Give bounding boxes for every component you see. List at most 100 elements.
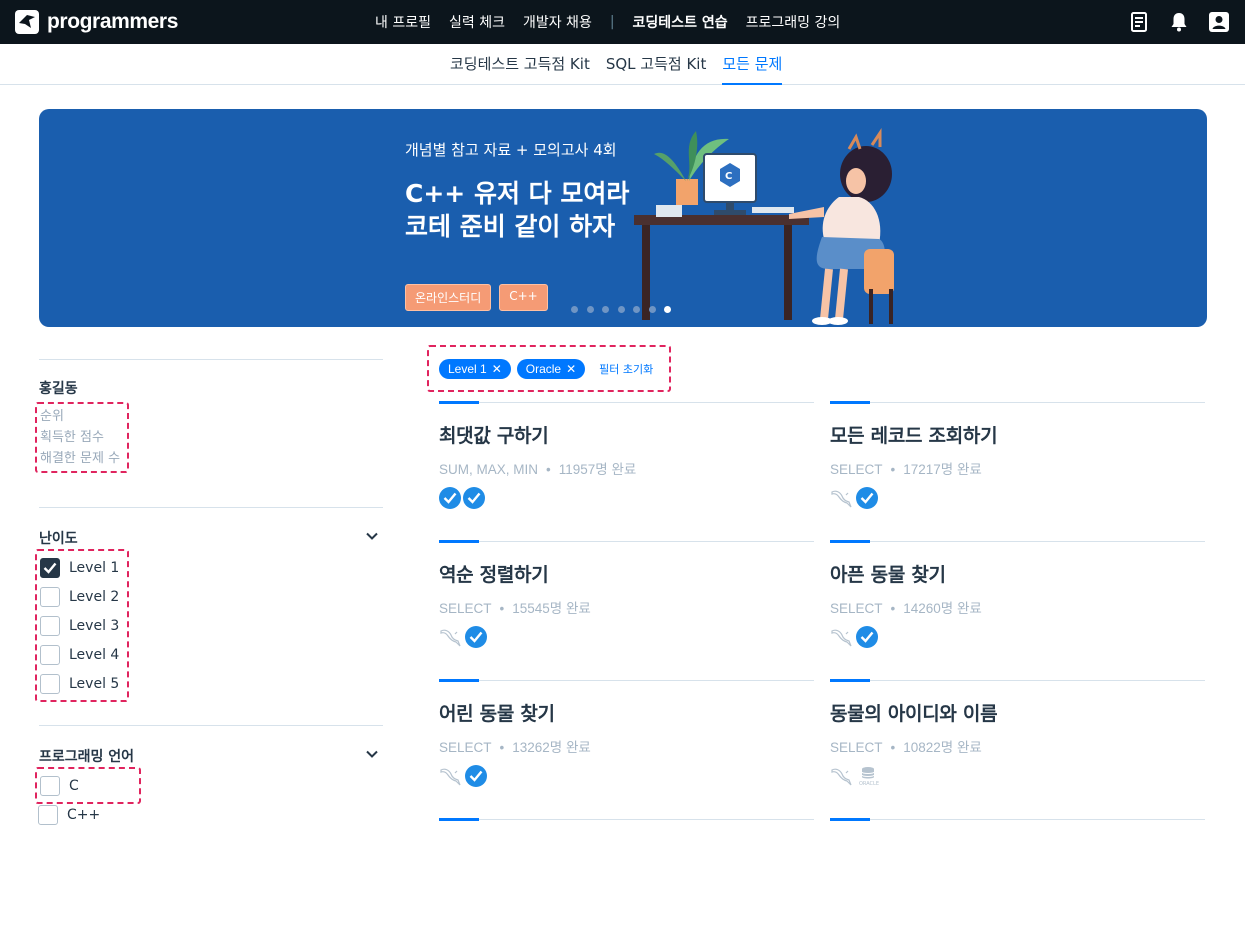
- chevron-down-icon[interactable]: [365, 747, 379, 761]
- reset-filters-link[interactable]: 필터 초기화: [599, 361, 653, 377]
- level-2-checkbox[interactable]: [40, 586, 60, 607]
- problem-card[interactable]: 동물의 아이디와 이름 SELECT • 10822명 완료 ORACLE: [830, 679, 1205, 810]
- difficulty-filter-title: 난이도: [39, 531, 78, 547]
- bell-icon[interactable]: [1167, 10, 1191, 34]
- level-2-option[interactable]: Level 2: [40, 582, 119, 611]
- mysql-icon: [830, 626, 854, 648]
- card-accent: [830, 679, 870, 682]
- problem-card[interactable]: 모든 레코드 조회하기 SELECT • 17217명 완료: [830, 401, 1205, 532]
- problem-card[interactable]: [439, 818, 814, 949]
- nav-item-coding-test[interactable]: 코딩테스트 연습: [633, 12, 728, 32]
- banner-illustration: C: [634, 119, 934, 327]
- mysql-icon: [439, 765, 463, 787]
- level-5-option[interactable]: Level 5: [40, 669, 119, 698]
- pagination-dot[interactable]: [648, 306, 656, 313]
- problem-title[interactable]: 어린 동물 찾기: [439, 699, 555, 726]
- svg-text:C: C: [725, 171, 732, 182]
- chip-label: Oracle: [525, 361, 562, 376]
- logo-text: programmers: [47, 10, 178, 33]
- level-4-label: Level 4: [69, 646, 120, 663]
- meta-separator: •: [546, 462, 551, 477]
- problem-meta: SELECT • 13262명 완료: [439, 736, 591, 756]
- left-sidebar: 홍길동 순위 획득한 점수 해결한 문제 수 난이도 Level 1 Level…: [35, 359, 383, 825]
- level-3-option[interactable]: Level 3: [40, 611, 119, 640]
- problem-tags: SELECT: [439, 601, 492, 616]
- level-5-checkbox[interactable]: [40, 673, 60, 694]
- level-4-checkbox[interactable]: [40, 644, 60, 665]
- nav-item-jobs[interactable]: 개발자 채용: [523, 12, 592, 32]
- language-c-checkbox[interactable]: [40, 775, 60, 796]
- meta-separator: •: [499, 740, 505, 755]
- nav-item-profile[interactable]: 내 프로필: [375, 12, 431, 32]
- pagination-dot[interactable]: [586, 306, 594, 313]
- chip-label: Level 1: [448, 361, 487, 376]
- language-cpp-option[interactable]: C++: [38, 800, 100, 829]
- user-icon[interactable]: [1207, 10, 1231, 34]
- problem-card[interactable]: 어린 동물 찾기 SELECT • 13262명 완료: [439, 679, 814, 810]
- problem-solved-count: 17217명 완료: [903, 462, 982, 477]
- divider: [39, 359, 383, 360]
- user-name: 홍길동: [39, 381, 78, 397]
- close-icon[interactable]: ✕: [492, 362, 502, 376]
- document-icon[interactable]: [1127, 10, 1151, 34]
- meta-separator: •: [890, 601, 896, 616]
- banner-tag-cpp[interactable]: C++: [499, 284, 548, 311]
- problem-solved-count: 10822명 완료: [903, 740, 982, 755]
- level-1-label: Level 1: [69, 559, 120, 576]
- level-2-label: Level 2: [69, 588, 120, 605]
- banner-subtitle: 개념별 참고 자료 + 모의고사 4회: [405, 141, 617, 159]
- user-stat-score: 획득한 점수: [40, 430, 104, 445]
- difficulty-options: Level 1 Level 2 Level 3 Level 4 Level 5: [35, 549, 130, 702]
- user-stat-solved: 해결한 문제 수: [40, 451, 121, 466]
- nav-item-courses[interactable]: 프로그래밍 강의: [746, 12, 841, 32]
- checkmark-icon: [43, 562, 57, 574]
- promo-banner[interactable]: 개념별 참고 자료 + 모의고사 4회 C++ 유저 다 모여라 코테 준비 같…: [39, 109, 1207, 327]
- mysql-icon: [830, 765, 854, 787]
- problem-status-icons: [830, 626, 880, 648]
- tab-sql-kit[interactable]: SQL 고득점 Kit: [606, 44, 707, 85]
- level-4-option[interactable]: Level 4: [40, 640, 119, 669]
- problem-card[interactable]: 역순 정렬하기 SELECT • 15545명 완료: [439, 540, 814, 671]
- problem-card[interactable]: 아픈 동물 찾기 SELECT • 14260명 완료: [830, 540, 1205, 671]
- problem-status-icons: [439, 487, 487, 509]
- close-icon[interactable]: ✕: [566, 362, 576, 376]
- problem-status-icons: [439, 626, 489, 648]
- nav-item-skill-check[interactable]: 실력 체크: [449, 12, 505, 32]
- problem-tags: SELECT: [830, 462, 883, 477]
- problem-title[interactable]: 동물의 아이디와 이름: [830, 699, 998, 726]
- user-stats: 순위 획득한 점수 해결한 문제 수: [35, 402, 129, 473]
- pagination-dot[interactable]: [602, 306, 609, 313]
- pagination-dot[interactable]: [571, 306, 578, 313]
- problem-status-icons: [439, 765, 489, 787]
- problem-meta: SELECT • 10822명 완료: [830, 736, 982, 756]
- pagination-dot[interactable]: [633, 306, 640, 313]
- tab-all-problems[interactable]: 모든 문제: [722, 44, 783, 85]
- level-3-checkbox[interactable]: [40, 615, 60, 636]
- language-c-option[interactable]: C: [40, 771, 79, 800]
- pagination-dot[interactable]: [617, 306, 625, 313]
- solved-check-icon: [463, 487, 485, 509]
- problem-title[interactable]: 역순 정렬하기: [439, 560, 549, 587]
- filter-chip-level-1[interactable]: Level 1 ✕: [439, 358, 511, 379]
- problem-solved-count: 15545명 완료: [512, 601, 591, 616]
- tab-high-score-kit[interactable]: 코딩테스트 고득점 Kit: [450, 44, 590, 85]
- problem-title[interactable]: 모든 레코드 조회하기: [830, 421, 998, 448]
- pagination-dot[interactable]: [664, 306, 671, 313]
- problem-solved-count: 13262명 완료: [512, 740, 591, 755]
- level-1-option[interactable]: Level 1: [40, 553, 119, 582]
- problem-meta: SELECT • 15545명 완료: [439, 597, 591, 617]
- meta-separator: •: [890, 740, 896, 755]
- filter-chip-oracle[interactable]: Oracle ✕: [516, 358, 586, 379]
- solved-check-icon: [439, 487, 461, 509]
- problem-tags: SUM, MAX, MIN: [439, 462, 539, 477]
- problem-title[interactable]: 아픈 동물 찾기: [830, 560, 946, 587]
- chevron-down-icon[interactable]: [365, 529, 379, 543]
- problem-card[interactable]: 최댓값 구하기 SUM, MAX, MIN • 11957명 완료: [439, 401, 814, 532]
- banner-tag-study[interactable]: 온라인스터디: [405, 284, 492, 311]
- problem-solved-count: 14260명 완료: [903, 601, 982, 616]
- programmers-logo[interactable]: programmers: [15, 8, 178, 36]
- language-cpp-checkbox[interactable]: [38, 804, 58, 825]
- problem-card[interactable]: [830, 818, 1205, 949]
- problem-title[interactable]: 최댓값 구하기: [439, 421, 549, 448]
- level-1-checkbox[interactable]: [40, 557, 60, 578]
